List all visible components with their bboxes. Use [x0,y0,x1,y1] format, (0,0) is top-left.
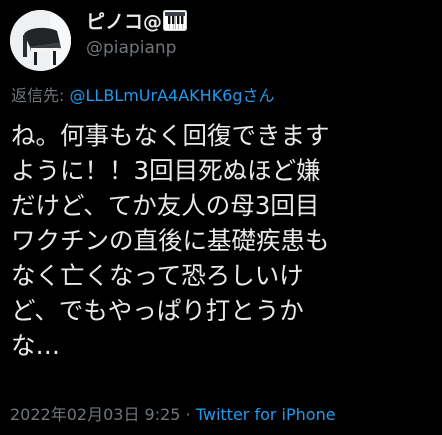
piano-keyboard-icon [163,10,188,36]
tweet-meta: 2022年02月03日 9:25 · Twitter for iPhone [10,405,336,424]
user-handle[interactable]: @piapianp [86,38,176,58]
reply-to-line: 返信先: @LLBLmUrA4AKHK6gさん [11,86,275,105]
display-name[interactable]: ピノコ@ [86,10,188,36]
grand-piano-photo-icon [10,10,71,71]
tweet-text-line: ね。何事もなく回復できます [11,121,330,150]
tweet-text-line: ワクチンの直後に基礎疾患も [11,226,330,255]
source-link[interactable]: Twitter for iPhone [196,405,336,424]
display-name-text: ピノコ@ [86,11,163,33]
meta-separator: · [185,405,191,424]
tweet-text-line: だけど、てか友人の母3回目 [11,191,320,220]
avatar[interactable] [10,10,71,71]
timestamp-link[interactable]: 2022年02月03日 9:25 [10,405,180,424]
tweet-text-line: なく亡くなって恐ろしいけ [11,261,304,290]
reply-to-prefix: 返信先: [11,86,65,105]
tweet-text-line: ど、でもやっぱり打とうか [11,296,304,325]
tweet-text: ね。何事もなく回復できます ように！！3回目死ぬほど嫌 だけど、てか友人の母3回… [11,118,436,363]
tweet-text-line: な… [11,331,60,360]
reply-mention-link[interactable]: @LLBLmUrA4AKHK6gさん [70,86,275,105]
tweet-text-line: ように！！3回目死ぬほど嫌 [11,156,321,185]
